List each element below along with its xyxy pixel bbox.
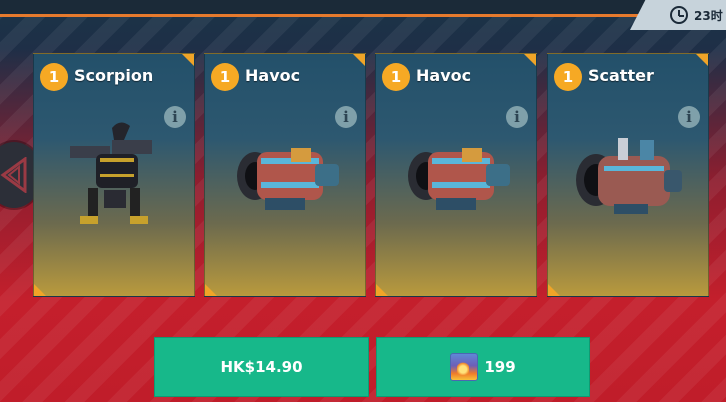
card-corner-accent [376, 284, 388, 296]
item-name: Havoc [416, 66, 472, 85]
level-badge: 1 [554, 63, 582, 91]
card-corner-accent [353, 54, 365, 66]
buy-with-gems-button[interactable]: 199 [376, 337, 590, 397]
top-bar [0, 0, 726, 17]
card-corner-accent [34, 284, 46, 296]
level-badge: 1 [211, 63, 239, 91]
item-card-scorpion[interactable]: 1 Scorpion i [33, 53, 195, 297]
gem-amount: 199 [484, 358, 516, 376]
item-card-havoc[interactable]: 1 Havoc i [204, 53, 366, 297]
havoc-weapon-image [237, 148, 339, 210]
item-card-scatter[interactable]: 1 Scatter i [547, 53, 709, 297]
item-card-havoc[interactable]: 1 Havoc i [375, 53, 537, 297]
card-corner-accent [524, 54, 536, 66]
item-name: Scorpion [74, 66, 154, 85]
card-corner-accent [696, 54, 708, 66]
card-corner-accent [205, 284, 217, 296]
price-label: HK$14.90 [220, 358, 303, 376]
chevron-left-icon [0, 157, 27, 193]
havoc-weapon-image [408, 148, 510, 210]
buy-with-money-button[interactable]: HK$14.90 [154, 337, 369, 397]
gem-currency-icon [450, 353, 479, 381]
scatter-weapon-image [576, 138, 682, 214]
item-name: Havoc [245, 66, 301, 85]
level-badge: 1 [40, 63, 68, 91]
card-corner-accent [182, 54, 194, 66]
timer-badge: 23时 [630, 0, 726, 30]
clock-icon [670, 6, 688, 24]
scorpion-robot-image [70, 122, 152, 224]
item-name: Scatter [588, 66, 654, 85]
level-badge: 1 [382, 63, 410, 91]
timer-text: 23时 [694, 8, 723, 23]
card-corner-accent [548, 284, 560, 296]
